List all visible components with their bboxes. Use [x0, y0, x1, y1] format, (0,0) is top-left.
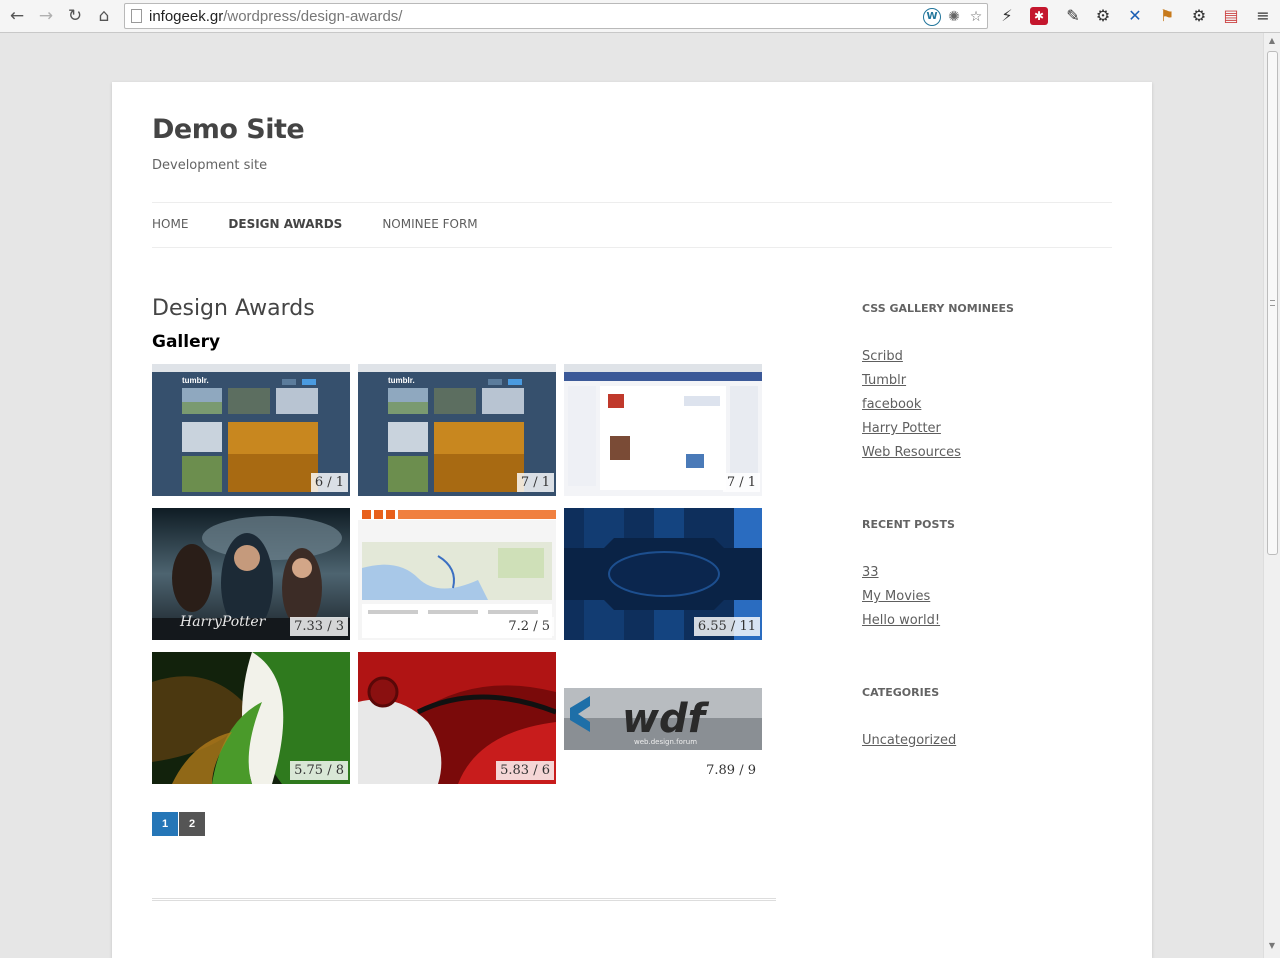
menu-item-nominee-form[interactable]: NOMINEE FORM — [382, 217, 477, 231]
gallery-item-tumblr-2[interactable]: tumblr. 7 / 1 — [358, 364, 556, 496]
svg-text:wdf: wdf — [622, 696, 710, 742]
sidebar-link-post-33[interactable]: 33 — [862, 565, 879, 580]
score-badge: 7.2 / 5 — [504, 617, 554, 636]
score-badge: 5.83 / 6 — [496, 761, 554, 780]
gallery-item-tumblr-1[interactable]: tumblr. 6 / 1 — [152, 364, 350, 496]
calendar-extension-icon[interactable]: ▤ — [1220, 5, 1242, 27]
menu-item-design-awards[interactable]: DESIGN AWARDS — [228, 217, 342, 231]
widget-title-recent-posts: RECENT POSTS — [862, 518, 955, 531]
settings-cog-icon[interactable]: ✺ — [945, 8, 963, 26]
sidebar-link-facebook[interactable]: facebook — [862, 397, 921, 412]
score-badge: 7 / 1 — [722, 473, 760, 492]
sidebar-link-my-movies[interactable]: My Movies — [862, 589, 930, 604]
page-title: Design Awards — [152, 296, 315, 321]
gallery-pagination: 1 2 — [152, 812, 205, 836]
score-badge: 7.89 / 9 — [702, 761, 760, 780]
sidebar-link-harry-potter[interactable]: Harry Potter — [862, 421, 941, 436]
gallery-item-blue-gear[interactable]: 6.55 / 11 — [564, 508, 762, 640]
main-menu: HOME DESIGN AWARDS NOMINEE FORM — [152, 217, 478, 231]
content-divider — [152, 898, 776, 901]
gallery-item-facebook[interactable]: 7 / 1 — [564, 364, 762, 496]
sidebar-link-uncategorized[interactable]: Uncategorized — [862, 733, 956, 748]
nav-divider-top — [152, 202, 1112, 203]
forward-icon[interactable]: → — [35, 5, 57, 27]
svg-text:HarryPotter: HarryPotter — [179, 614, 267, 630]
score-badge: 7 / 1 — [516, 473, 554, 492]
grip-icon — [1270, 300, 1275, 306]
widget-title-categories: CATEGORIES — [862, 686, 940, 699]
scroll-down-icon[interactable]: ▼ — [1267, 941, 1277, 951]
svg-text:web.design.forum: web.design.forum — [634, 738, 697, 746]
flag-extension-icon[interactable]: ⚑ — [1156, 5, 1178, 27]
eyedropper-extension-icon[interactable]: ✎ — [1062, 5, 1084, 27]
svg-text:tumblr.: tumblr. — [388, 376, 415, 385]
browser-toolbar: ← → ↻ ⌂ infogeek.gr/wordpress/design-awa… — [0, 0, 1280, 33]
gallery-item-green-abstract[interactable]: 5.75 / 8 — [152, 652, 350, 784]
menu-item-home[interactable]: HOME — [152, 217, 188, 231]
url-text[interactable]: infogeek.gr/wordpress/design-awards/ — [149, 8, 402, 25]
sidebar-link-tumblr[interactable]: Tumblr — [862, 373, 906, 388]
wordpress-icon[interactable]: W — [923, 8, 941, 26]
scroll-thumb[interactable] — [1267, 51, 1278, 555]
page-container: Demo Site Development site HOME DESIGN A… — [112, 82, 1152, 958]
red-extension-icon[interactable]: ✱ — [1030, 7, 1048, 25]
back-icon[interactable]: ← — [6, 5, 28, 27]
widget-title-nominees: CSS GALLERY NOMINEES — [862, 302, 1014, 315]
menu-icon[interactable]: ≡ — [1252, 5, 1274, 27]
gallery-heading: Gallery — [152, 332, 221, 352]
home-icon[interactable]: ⌂ — [93, 5, 115, 27]
site-title[interactable]: Demo Site — [152, 114, 305, 145]
score-badge: 5.75 / 8 — [290, 761, 348, 780]
lightning-extension-icon[interactable]: ⚡ — [996, 5, 1018, 27]
svg-text:tumblr.: tumblr. — [182, 376, 209, 385]
gallery-item-map[interactable]: 7.2 / 5 — [358, 508, 556, 640]
score-badge: 6 / 1 — [310, 473, 348, 492]
nav-divider-bottom — [152, 247, 1112, 248]
gallery-item-wdf-logo[interactable]: wdf web.design.forum 7.89 / 9 — [564, 652, 762, 784]
sidebar-link-scribd[interactable]: Scribd — [862, 349, 903, 364]
site-description: Development site — [152, 158, 268, 173]
score-badge: 7.33 / 3 — [290, 617, 348, 636]
sidebar-link-web-resources[interactable]: Web Resources — [862, 445, 961, 460]
scroll-up-icon[interactable]: ▲ — [1267, 36, 1277, 46]
bookmark-star-icon[interactable]: ☆ — [967, 8, 985, 26]
score-badge: 6.55 / 11 — [693, 617, 760, 636]
scrollbar[interactable]: ▲ ▼ — [1263, 33, 1280, 958]
page-1-button[interactable]: 1 — [152, 812, 178, 836]
circle-gear-extension-icon[interactable]: ⚙ — [1188, 5, 1210, 27]
sidebar-link-hello-world[interactable]: Hello world! — [862, 613, 940, 628]
reload-icon[interactable]: ↻ — [64, 5, 86, 27]
page-icon — [131, 9, 142, 23]
gear-extension-icon[interactable]: ⚙ — [1092, 5, 1114, 27]
x-extension-icon[interactable]: ✕ — [1124, 5, 1146, 27]
gallery-item-harry-potter[interactable]: HarryPotter 7.33 / 3 — [152, 508, 350, 640]
gallery-item-red-abstract[interactable]: 5.83 / 6 — [358, 652, 556, 784]
page-2-button[interactable]: 2 — [179, 812, 205, 836]
address-bar[interactable]: infogeek.gr/wordpress/design-awards/ W ✺… — [124, 3, 988, 29]
